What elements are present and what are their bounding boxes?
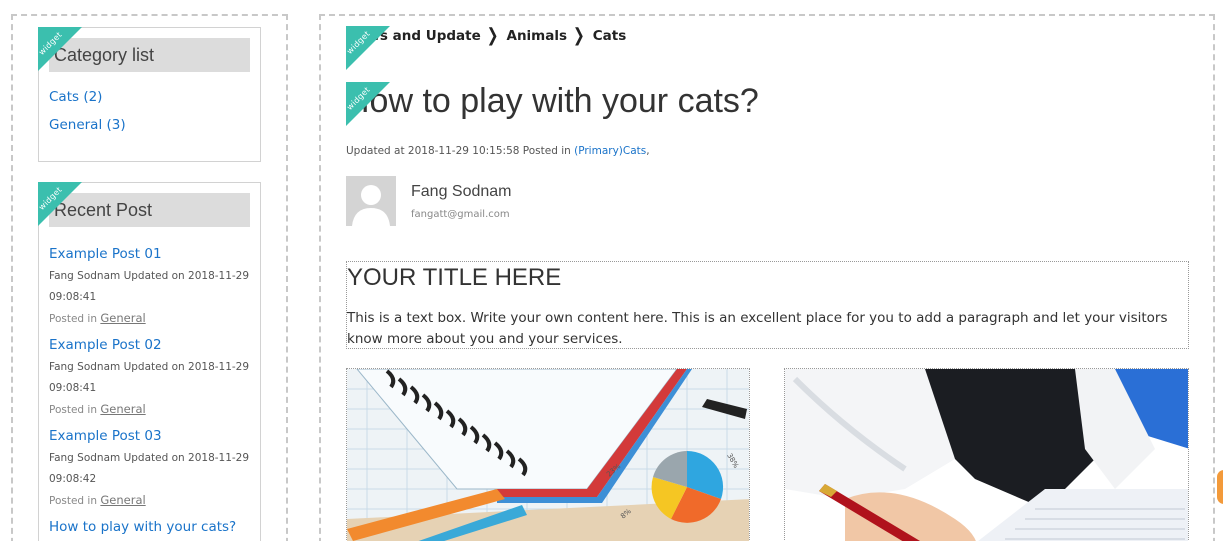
recent-post-link[interactable]: Example Post 01: [49, 246, 162, 262]
breadcrumb: News and Update ❯ Animals ❯ Cats: [347, 25, 627, 47]
list-item: Example Post 01 Fang Sodnam Updated on 2…: [49, 243, 254, 329]
post-category-link[interactable]: General: [100, 311, 145, 325]
text-box: YOUR TITLE HERE This is a text box. Writ…: [346, 261, 1189, 349]
primary-category-link[interactable]: (Primary)Cats: [574, 145, 646, 157]
post-posted-in: Posted in General: [49, 493, 146, 507]
category-widget-title: Category list: [49, 38, 250, 72]
post-category-link[interactable]: General: [100, 402, 145, 416]
list-item: Example Post 02 Fang Sodnam Updated on 2…: [49, 334, 254, 420]
post-meta: Fang Sodnam Updated on 2018-11-29 09:08:…: [49, 361, 250, 394]
post-meta: Fang Sodnam Updated on 2018-11-29 09:08:…: [49, 270, 250, 303]
business-writing-picture: [785, 369, 1188, 541]
user-icon: [346, 176, 396, 226]
breadcrumb-item[interactable]: Animals: [507, 28, 568, 44]
list-item: How to play with your cats?: [49, 516, 254, 535]
breadcrumb-item[interactable]: News and Update: [347, 28, 481, 44]
post-category-link[interactable]: General: [100, 493, 145, 507]
avatar: [346, 176, 396, 226]
recent-post-widget-title: Recent Post: [49, 193, 250, 227]
textbox-body: This is a text box. Write your own conte…: [347, 310, 1168, 347]
category-link-cats[interactable]: Cats (2): [49, 89, 102, 105]
list-item: Example Post 03 Fang Sodnam Updated on 2…: [49, 425, 254, 511]
chevron-right-icon: ❯: [486, 25, 499, 47]
main-content: News and Update ❯ Animals ❯ Cats widget …: [319, 14, 1215, 541]
sidebar: Category list Cats (2) General (3) widge…: [11, 14, 288, 541]
recent-post-link[interactable]: How to play with your cats?: [49, 519, 236, 535]
post-meta: Fang Sodnam Updated on 2018-11-29 09:08:…: [49, 452, 250, 485]
chevron-right-icon: ❯: [573, 25, 585, 47]
post-posted-in: Posted in General: [49, 311, 146, 325]
author-email: fangatt@gmail.com: [411, 209, 510, 220]
textbox-title: YOUR TITLE HERE: [347, 264, 562, 291]
post-meta: Updated at 2018-11-29 10:15:58 Posted in…: [346, 145, 650, 157]
category-widget: Category list Cats (2) General (3): [38, 27, 261, 162]
notebook-chart-picture: 23% 38% 8%: [347, 369, 749, 541]
author-name: Fang Sodnam: [411, 183, 512, 200]
category-link-general[interactable]: General (3): [49, 117, 126, 133]
recent-post-link[interactable]: Example Post 03: [49, 428, 162, 444]
recent-post-link[interactable]: Example Post 02: [49, 337, 162, 353]
page-title: How to play with your cats?: [345, 82, 759, 120]
recent-post-widget: Recent Post Example Post 01 Fang Sodnam …: [38, 182, 261, 541]
scroll-to-top-button[interactable]: [1217, 470, 1223, 504]
post-posted-in: Posted in General: [49, 402, 146, 416]
notebook-chart-image: 23% 38% 8%: [346, 368, 750, 541]
business-writing-image: [784, 368, 1189, 541]
breadcrumb-item[interactable]: Cats: [593, 28, 627, 44]
